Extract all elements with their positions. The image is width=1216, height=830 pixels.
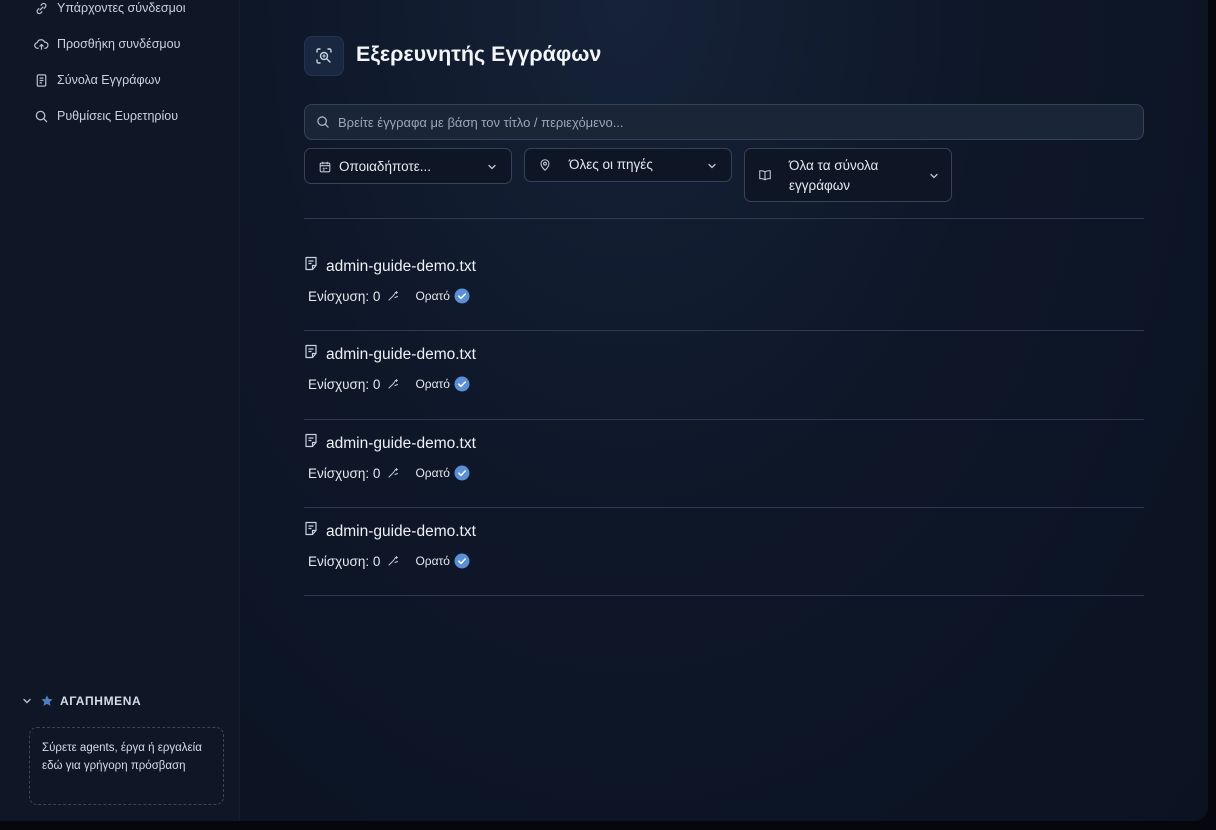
boost-value: 0 <box>372 376 381 392</box>
favorites-placeholder: Σύρετε agents, έργα ή εργαλεία εδώ για γ… <box>42 742 202 772</box>
boost-adjust-icon[interactable] <box>387 555 399 567</box>
divider <box>304 507 1144 508</box>
file-icon <box>305 521 317 536</box>
document-name[interactable]: admin-guide-demo.txt <box>326 435 476 453</box>
favorites-header[interactable]: ΑΓΑΠΗΜΕΝΑ <box>22 694 141 708</box>
visibility-label[interactable]: Ορατό <box>415 289 450 303</box>
chevron-down-icon <box>23 698 31 704</box>
check-circle-icon <box>454 553 470 569</box>
divider <box>304 218 1144 219</box>
page-title: Εξερευνητής Εγγράφων <box>356 42 602 66</box>
check-circle-icon <box>454 376 470 392</box>
sidebar-item-label: Ρυθμίσεις Ευρετηρίου <box>57 109 179 123</box>
check-circle-icon <box>454 465 470 481</box>
boost-value: 0 <box>372 553 381 569</box>
document-meta: Ενίσχυση: 0 Ορατό <box>308 288 470 304</box>
boost-adjust-icon[interactable] <box>387 467 399 479</box>
document-meta: Ενίσχυση: 0 Ορατό <box>308 465 470 481</box>
documents-icon <box>36 73 47 87</box>
document-row[interactable]: admin-guide-demo.txt Ενίσχυση: 0 Ορατό <box>304 344 1144 404</box>
boost-value: 0 <box>372 465 381 481</box>
link-icon <box>36 2 47 14</box>
open-book-icon <box>759 170 771 181</box>
document-name[interactable]: admin-guide-demo.txt <box>326 346 476 364</box>
document-search-bar[interactable] <box>304 104 1144 140</box>
chevron-down-icon <box>930 173 938 179</box>
time-range-filter[interactable]: Οποιαδήποτε... <box>304 148 512 184</box>
search-input[interactable] <box>338 114 1118 130</box>
document-set-filter-label: Όλα τα σύνολα εγγράφων <box>789 158 879 193</box>
file-search-icon <box>316 48 332 64</box>
boost-value: 0 <box>372 288 381 304</box>
boost-label: Ενίσχυση: <box>308 465 370 481</box>
sidebar-item-index-settings[interactable]: Ρυθμίσεις Ευρετηρίου <box>34 105 178 127</box>
chevron-down-icon <box>488 164 496 170</box>
document-explorer-icon-badge <box>304 36 344 76</box>
document-name[interactable]: admin-guide-demo.txt <box>326 523 476 541</box>
divider <box>304 330 1144 331</box>
file-icon <box>305 433 317 448</box>
boost-label: Ενίσχυση: <box>308 376 370 392</box>
sidebar-item-label: Υπάρχοντες σύνδεσμοι <box>57 1 186 15</box>
search-icon <box>317 116 329 128</box>
document-meta: Ενίσχυση: 0 Ορατό <box>308 376 470 392</box>
visibility-label[interactable]: Ορατό <box>415 554 450 568</box>
time-range-label: Οποιαδήποτε... <box>339 159 432 174</box>
source-filter-label: Όλες οι πηγές <box>569 157 653 172</box>
source-filter[interactable]: Όλες οι πηγές <box>524 148 732 182</box>
app-window: Υπάρχοντες σύνδεσμοι Προσθήκη συνδέσμου … <box>0 0 1208 821</box>
document-meta: Ενίσχυση: 0 Ορατό <box>308 553 470 569</box>
document-row[interactable]: admin-guide-demo.txt Ενίσχυση: 0 Ορατό <box>304 521 1144 581</box>
sidebar-item-add-connector[interactable]: Προσθήκη συνδέσμου <box>34 33 180 55</box>
boost-adjust-icon[interactable] <box>387 378 399 390</box>
document-set-filter[interactable]: Όλα τα σύνολα εγγράφων <box>744 148 952 202</box>
divider <box>304 595 1144 596</box>
source-pin-icon <box>540 159 550 171</box>
cloud-upload-icon <box>34 38 49 50</box>
calendar-icon <box>319 161 331 173</box>
file-icon <box>305 256 317 271</box>
boost-adjust-icon[interactable] <box>387 290 399 302</box>
document-row[interactable]: admin-guide-demo.txt Ενίσχυση: 0 Ορατό <box>304 256 1144 316</box>
boost-label: Ενίσχυση: <box>308 288 370 304</box>
chevron-down-icon <box>708 163 716 169</box>
sidebar-item-document-sets[interactable]: Σύνολα Εγγράφων <box>34 69 161 91</box>
sidebar-item-label: Προσθήκη συνδέσμου <box>57 37 181 51</box>
document-name[interactable]: admin-guide-demo.txt <box>326 258 476 276</box>
visibility-label[interactable]: Ορατό <box>415 466 450 480</box>
star-icon <box>41 695 53 706</box>
favorites-drop-zone[interactable]: Σύρετε agents, έργα ή εργαλεία εδώ για γ… <box>29 727 224 805</box>
search-icon <box>35 110 48 122</box>
divider <box>304 419 1144 420</box>
file-icon <box>305 344 317 359</box>
main-content: Εξερευνητής Εγγράφων Οποιαδήποτε... Όλες… <box>240 0 1208 821</box>
sidebar-item-existing-connectors[interactable]: Υπάρχοντες σύνδεσμοι <box>34 0 186 19</box>
document-row[interactable]: admin-guide-demo.txt Ενίσχυση: 0 Ορατό <box>304 433 1144 493</box>
sidebar: Υπάρχοντες σύνδεσμοι Προσθήκη συνδέσμου … <box>0 0 240 821</box>
visibility-label[interactable]: Ορατό <box>415 377 450 391</box>
boost-label: Ενίσχυση: <box>308 553 370 569</box>
sidebar-item-label: Σύνολα Εγγράφων <box>57 73 161 87</box>
favorites-title: ΑΓΑΠΗΜΕΝΑ <box>60 694 142 708</box>
check-circle-icon <box>454 288 470 304</box>
